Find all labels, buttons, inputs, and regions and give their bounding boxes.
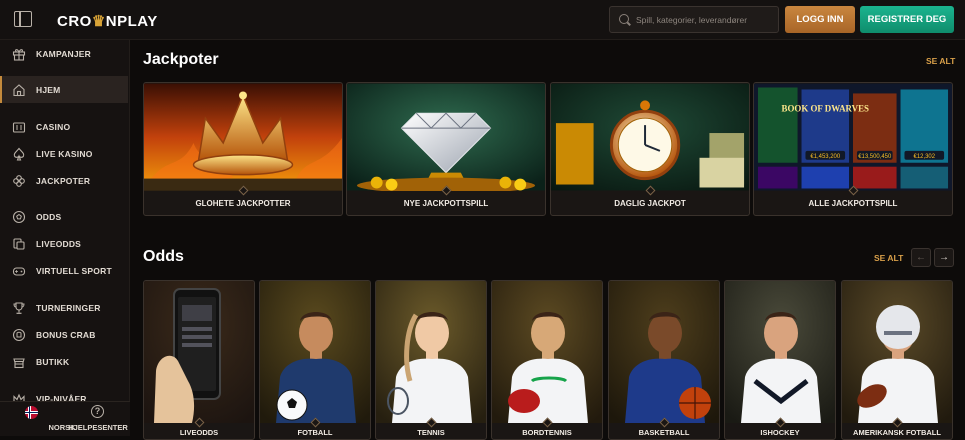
sidebar-item-liveodds[interactable]: LIVEODDS (0, 230, 128, 257)
amerikansk-fotball-image (842, 281, 952, 423)
game-tile-title: BOOK OF DWARVES (782, 103, 869, 113)
jackpots-title: Jackpoter (143, 51, 219, 68)
odds-card-bordtennis[interactable]: BORDTENNIS (491, 280, 603, 440)
fotball-image (260, 281, 370, 423)
odds-title: Odds (143, 248, 184, 265)
trophy-icon (12, 301, 26, 315)
logo-text-end: NPLAY (105, 13, 158, 30)
bordtennis-image (492, 281, 602, 423)
sidebar-item-kampanjer[interactable]: KAMPANJER (0, 40, 128, 67)
carousel-next-button[interactable]: → (934, 248, 954, 267)
sidebar-item-virtuell-sport[interactable]: VIRTUELL SPORT (0, 257, 128, 284)
search-box[interactable] (609, 6, 779, 33)
logo-text-start: CRO (57, 13, 92, 30)
norway-flag-icon (25, 406, 38, 419)
shop-icon (12, 355, 26, 369)
sidebar-item-label: JACKPOTER (36, 175, 91, 186)
gamepad-icon (12, 264, 26, 278)
sidebar-item-label: LIVEODDS (36, 238, 82, 249)
odds-card-ishockey[interactable]: ISHOCKEY (724, 280, 836, 440)
sidebar-item-label: BUTIKK (36, 356, 70, 367)
gift-icon (12, 47, 26, 61)
odds-card-basketball[interactable]: BASKETBALL (608, 280, 720, 440)
sidebar-item-label: TURNERINGER (36, 302, 101, 313)
crownplay-logo[interactable]: CRO♛NPLAY (57, 12, 158, 30)
register-button[interactable]: REGISTRER DEG (860, 6, 954, 33)
jackpot-card-nye[interactable]: NYE JACKPOTTSPILL (346, 82, 546, 216)
search-icon (619, 14, 629, 24)
jackpot-card-daglig[interactable]: DAGLIG JACKPOT (550, 82, 750, 216)
sidebar-item-label: ODDS (36, 211, 62, 222)
sidebar-item-label: BONUS CRAB (36, 329, 96, 340)
sidebar-toggle-icon[interactable] (14, 11, 32, 27)
sidebar-item-hjem[interactable]: HJEM (0, 76, 128, 103)
basketball-image (609, 281, 719, 423)
jackpot-amount: €13,500,450 (858, 154, 892, 160)
odds-card-liveodds[interactable]: LIVEODDS (143, 280, 255, 440)
jackpot-card-glohete[interactable]: GLOHETE JACKPOTTER (143, 82, 343, 216)
search-input[interactable] (636, 7, 776, 32)
spade-icon (12, 147, 26, 161)
home-icon (12, 83, 26, 97)
help-icon: ? (91, 405, 104, 418)
help-center-label: HJELPESENTER (68, 423, 128, 432)
sidebar-item-bonus-crab[interactable]: BONUS CRAB (0, 321, 128, 348)
gold-watch-coins-image (551, 83, 749, 191)
slot-machine-icon (12, 120, 26, 134)
sidebar-item-label: LIVE KASINO (36, 148, 93, 159)
ishockey-image (725, 281, 835, 423)
sidebar-item-label: HJEM (36, 84, 61, 95)
sidebar-item-turneringer[interactable]: TURNERINGER (0, 294, 128, 321)
sidebar-item-live-kasino[interactable]: LIVE KASINO (0, 140, 128, 167)
tennis-image (376, 281, 486, 423)
top-bar: CRO♛NPLAY LOGG INN REGISTRER DEG (0, 0, 965, 40)
ball-icon (12, 210, 26, 224)
sidebar-item-label: VIRTUELL SPORT (36, 265, 112, 276)
jackpot-card-alle[interactable]: BOOK OF DWARVES €1,453,200 €13,500,450 €… (753, 82, 953, 216)
card-label: DAGLIG JACKPOT (614, 199, 686, 208)
jackpots-see-all-link[interactable]: SE ALT (926, 56, 955, 66)
sidebar-item-label: KAMPANJER (36, 48, 92, 59)
sidebar-footer: NORSK ? HJELPESENTER (0, 401, 130, 436)
slot-games-collage-image: BOOK OF DWARVES €1,453,200 €13,500,450 €… (754, 83, 952, 191)
odds-card-amerikansk-fotball[interactable]: AMERIKANSK FOTBALL (841, 280, 953, 440)
card-label: NYE JACKPOTTSPILL (403, 199, 489, 208)
sidebar-item-casino[interactable]: CASINO (0, 113, 128, 140)
sidebar-item-jackpoter[interactable]: JACKPOTER (0, 167, 128, 194)
live-odds-icon (12, 237, 26, 251)
jackpot-amount: €1,453,200 (810, 154, 840, 160)
sidebar: KAMPANJER HJEM CASINO LIVE KASINO JACKPO… (0, 40, 130, 436)
card-label: ALLE JACKPOTTSPILL (808, 199, 898, 208)
login-button[interactable]: LOGG INN (785, 6, 855, 33)
sidebar-item-label: CASINO (36, 121, 71, 132)
jackpot-amount: €12,302 (914, 154, 935, 160)
clover-icon (12, 174, 26, 188)
language-selector[interactable]: NORSK (0, 402, 76, 437)
card-label: GLOHETE JACKPOTTER (195, 199, 291, 208)
logo-crown-icon: ♛ (91, 13, 106, 30)
help-center-link[interactable]: ? HJELPESENTER (66, 402, 130, 437)
carousel-prev-button[interactable]: ← (911, 248, 931, 267)
crab-icon (12, 328, 26, 342)
liveodds-image (144, 281, 254, 423)
odds-card-fotball[interactable]: FOTBALL (259, 280, 371, 440)
sidebar-item-butikk[interactable]: BUTIKK (0, 348, 128, 375)
odds-see-all-link[interactable]: SE ALT (874, 253, 903, 263)
diamond-pedestal-image (347, 83, 545, 191)
odds-card-tennis[interactable]: TENNIS (375, 280, 487, 440)
burning-crown-image (144, 83, 342, 191)
sidebar-item-odds[interactable]: ODDS (0, 203, 128, 230)
